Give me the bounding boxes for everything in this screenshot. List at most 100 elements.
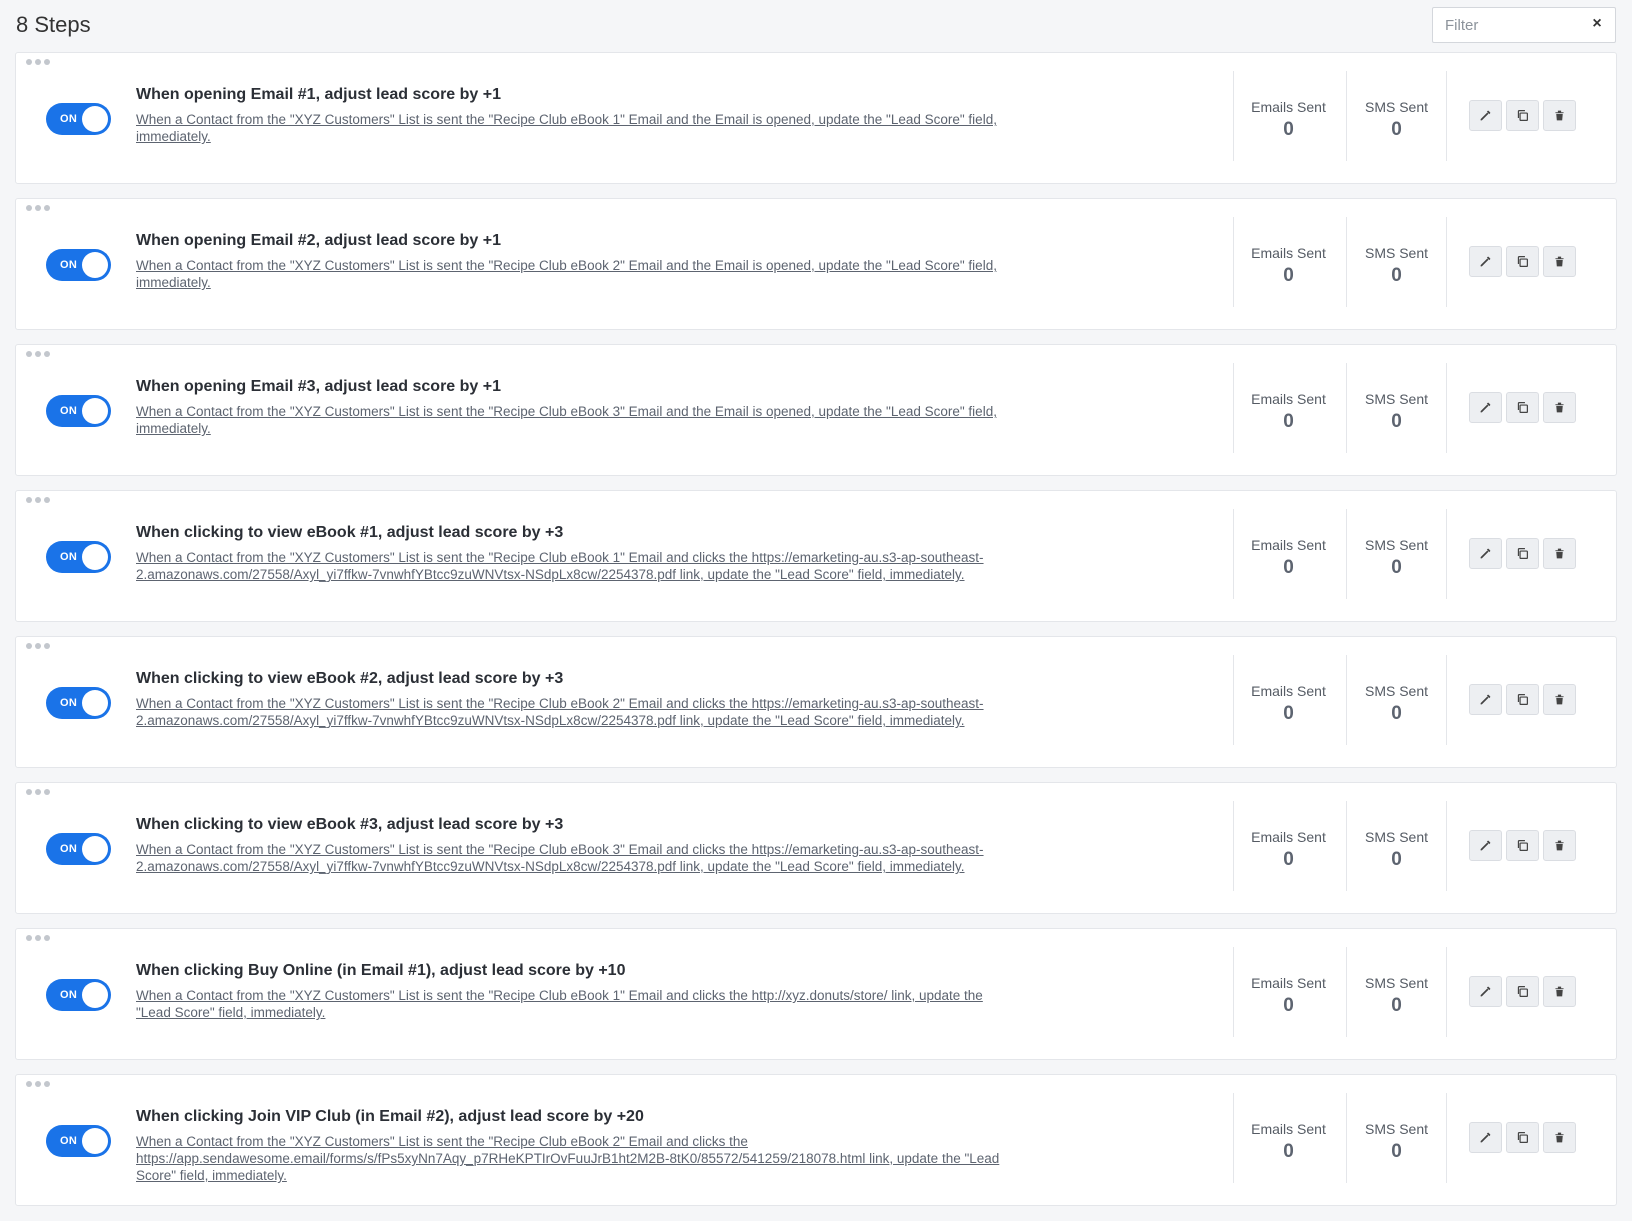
step-toggle[interactable]: ON	[46, 979, 111, 1011]
step-actions	[1469, 392, 1576, 423]
step-toggle[interactable]: ON	[46, 687, 111, 719]
sms-sent-label: SMS Sent	[1364, 245, 1429, 261]
duplicate-button[interactable]	[1506, 100, 1539, 131]
emails-sent-label: Emails Sent	[1251, 99, 1326, 115]
step-actions	[1469, 538, 1576, 569]
delete-button[interactable]	[1543, 684, 1576, 715]
emails-sent-stat: Emails Sent 0	[1233, 1093, 1343, 1183]
copy-icon	[1517, 256, 1528, 267]
copy-icon	[1517, 1132, 1528, 1143]
toggle-knob	[82, 982, 108, 1008]
edit-button[interactable]	[1469, 392, 1502, 423]
copy-icon	[1517, 986, 1528, 997]
step-toggle[interactable]: ON	[46, 833, 111, 865]
toggle-label: ON	[60, 989, 78, 1001]
emails-sent-label: Emails Sent	[1251, 975, 1326, 991]
step-description-link[interactable]: When a Contact from the "XYZ Customers" …	[136, 841, 1016, 875]
emails-sent-stat: Emails Sent 0	[1233, 655, 1343, 745]
edit-button[interactable]	[1469, 246, 1502, 277]
duplicate-button[interactable]	[1506, 976, 1539, 1007]
step-text: When opening Email #2, adjust lead score…	[136, 231, 1236, 291]
step-toggle[interactable]: ON	[46, 1125, 111, 1157]
step-card: ON When clicking to view eBook #1, adjus…	[15, 490, 1617, 622]
step-actions	[1469, 1122, 1576, 1153]
toggle-knob	[82, 690, 108, 716]
trash-icon	[1555, 840, 1564, 851]
drag-handle-icon[interactable]	[26, 1081, 52, 1091]
pencil-icon	[1480, 402, 1491, 413]
trash-icon	[1555, 986, 1564, 997]
delete-button[interactable]	[1543, 100, 1576, 131]
toggle-knob	[82, 544, 108, 570]
edit-button[interactable]	[1469, 538, 1502, 569]
drag-handle-icon[interactable]	[26, 935, 52, 945]
edit-button[interactable]	[1469, 684, 1502, 715]
emails-sent-stat: Emails Sent 0	[1233, 947, 1343, 1037]
duplicate-button[interactable]	[1506, 538, 1539, 569]
emails-sent-label: Emails Sent	[1251, 537, 1326, 553]
edit-button[interactable]	[1469, 100, 1502, 131]
step-description-link[interactable]: When a Contact from the "XYZ Customers" …	[136, 257, 1016, 291]
step-description-link[interactable]: When a Contact from the "XYZ Customers" …	[136, 987, 1016, 1021]
step-text: When clicking to view eBook #3, adjust l…	[136, 815, 1236, 875]
delete-button[interactable]	[1543, 1122, 1576, 1153]
sms-sent-stat: SMS Sent 0	[1346, 509, 1447, 599]
toggle-knob	[82, 106, 108, 132]
step-toggle[interactable]: ON	[46, 249, 111, 281]
duplicate-button[interactable]	[1506, 684, 1539, 715]
sms-sent-label: SMS Sent	[1364, 537, 1429, 553]
pencil-icon	[1480, 694, 1491, 705]
trash-icon	[1555, 256, 1564, 267]
step-text: When clicking to view eBook #2, adjust l…	[136, 669, 1236, 729]
drag-handle-icon[interactable]	[26, 643, 52, 653]
step-title: When opening Email #2, adjust lead score…	[136, 232, 501, 249]
edit-button[interactable]	[1469, 830, 1502, 861]
duplicate-button[interactable]	[1506, 392, 1539, 423]
emails-sent-stat: Emails Sent 0	[1233, 71, 1343, 161]
page-title: 8 Steps	[16, 12, 91, 37]
drag-handle-icon[interactable]	[26, 497, 52, 507]
duplicate-button[interactable]	[1506, 1122, 1539, 1153]
step-card: ON When clicking Buy Online (in Email #1…	[15, 928, 1617, 1060]
step-description-link[interactable]: When a Contact from the "XYZ Customers" …	[136, 403, 1016, 437]
filter-input[interactable]	[1433, 8, 1583, 42]
drag-handle-icon[interactable]	[26, 351, 52, 361]
delete-button[interactable]	[1543, 392, 1576, 423]
duplicate-button[interactable]	[1506, 830, 1539, 861]
step-text: When clicking to view eBook #1, adjust l…	[136, 523, 1236, 583]
sms-sent-value: 0	[1391, 849, 1402, 870]
copy-icon	[1517, 548, 1528, 559]
emails-sent-stat: Emails Sent 0	[1233, 217, 1343, 307]
step-description-link[interactable]: When a Contact from the "XYZ Customers" …	[136, 111, 1016, 145]
step-title: When opening Email #3, adjust lead score…	[136, 378, 501, 395]
delete-button[interactable]	[1543, 246, 1576, 277]
drag-handle-icon[interactable]	[26, 205, 52, 215]
step-toggle[interactable]: ON	[46, 103, 111, 135]
sms-sent-value: 0	[1391, 119, 1402, 140]
close-icon[interactable]: ×	[1589, 16, 1605, 32]
step-actions	[1469, 100, 1576, 131]
sms-sent-value: 0	[1391, 265, 1402, 286]
delete-button[interactable]	[1543, 830, 1576, 861]
step-description-link[interactable]: When a Contact from the "XYZ Customers" …	[136, 1133, 1016, 1184]
trash-icon	[1555, 694, 1564, 705]
toggle-label: ON	[60, 259, 78, 271]
delete-button[interactable]	[1543, 538, 1576, 569]
step-toggle[interactable]: ON	[46, 541, 111, 573]
step-card: ON When opening Email #1, adjust lead sc…	[15, 52, 1617, 184]
edit-button[interactable]	[1469, 976, 1502, 1007]
step-actions	[1469, 830, 1576, 861]
duplicate-button[interactable]	[1506, 246, 1539, 277]
step-description-link[interactable]: When a Contact from the "XYZ Customers" …	[136, 549, 1016, 583]
delete-button[interactable]	[1543, 976, 1576, 1007]
pencil-icon	[1480, 110, 1491, 121]
emails-sent-label: Emails Sent	[1251, 245, 1326, 261]
drag-handle-icon[interactable]	[26, 789, 52, 799]
step-toggle[interactable]: ON	[46, 395, 111, 427]
step-description-link[interactable]: When a Contact from the "XYZ Customers" …	[136, 695, 1016, 729]
sms-sent-value: 0	[1391, 411, 1402, 432]
edit-button[interactable]	[1469, 1122, 1502, 1153]
pencil-icon	[1480, 840, 1491, 851]
toggle-knob	[82, 398, 108, 424]
drag-handle-icon[interactable]	[26, 59, 52, 69]
